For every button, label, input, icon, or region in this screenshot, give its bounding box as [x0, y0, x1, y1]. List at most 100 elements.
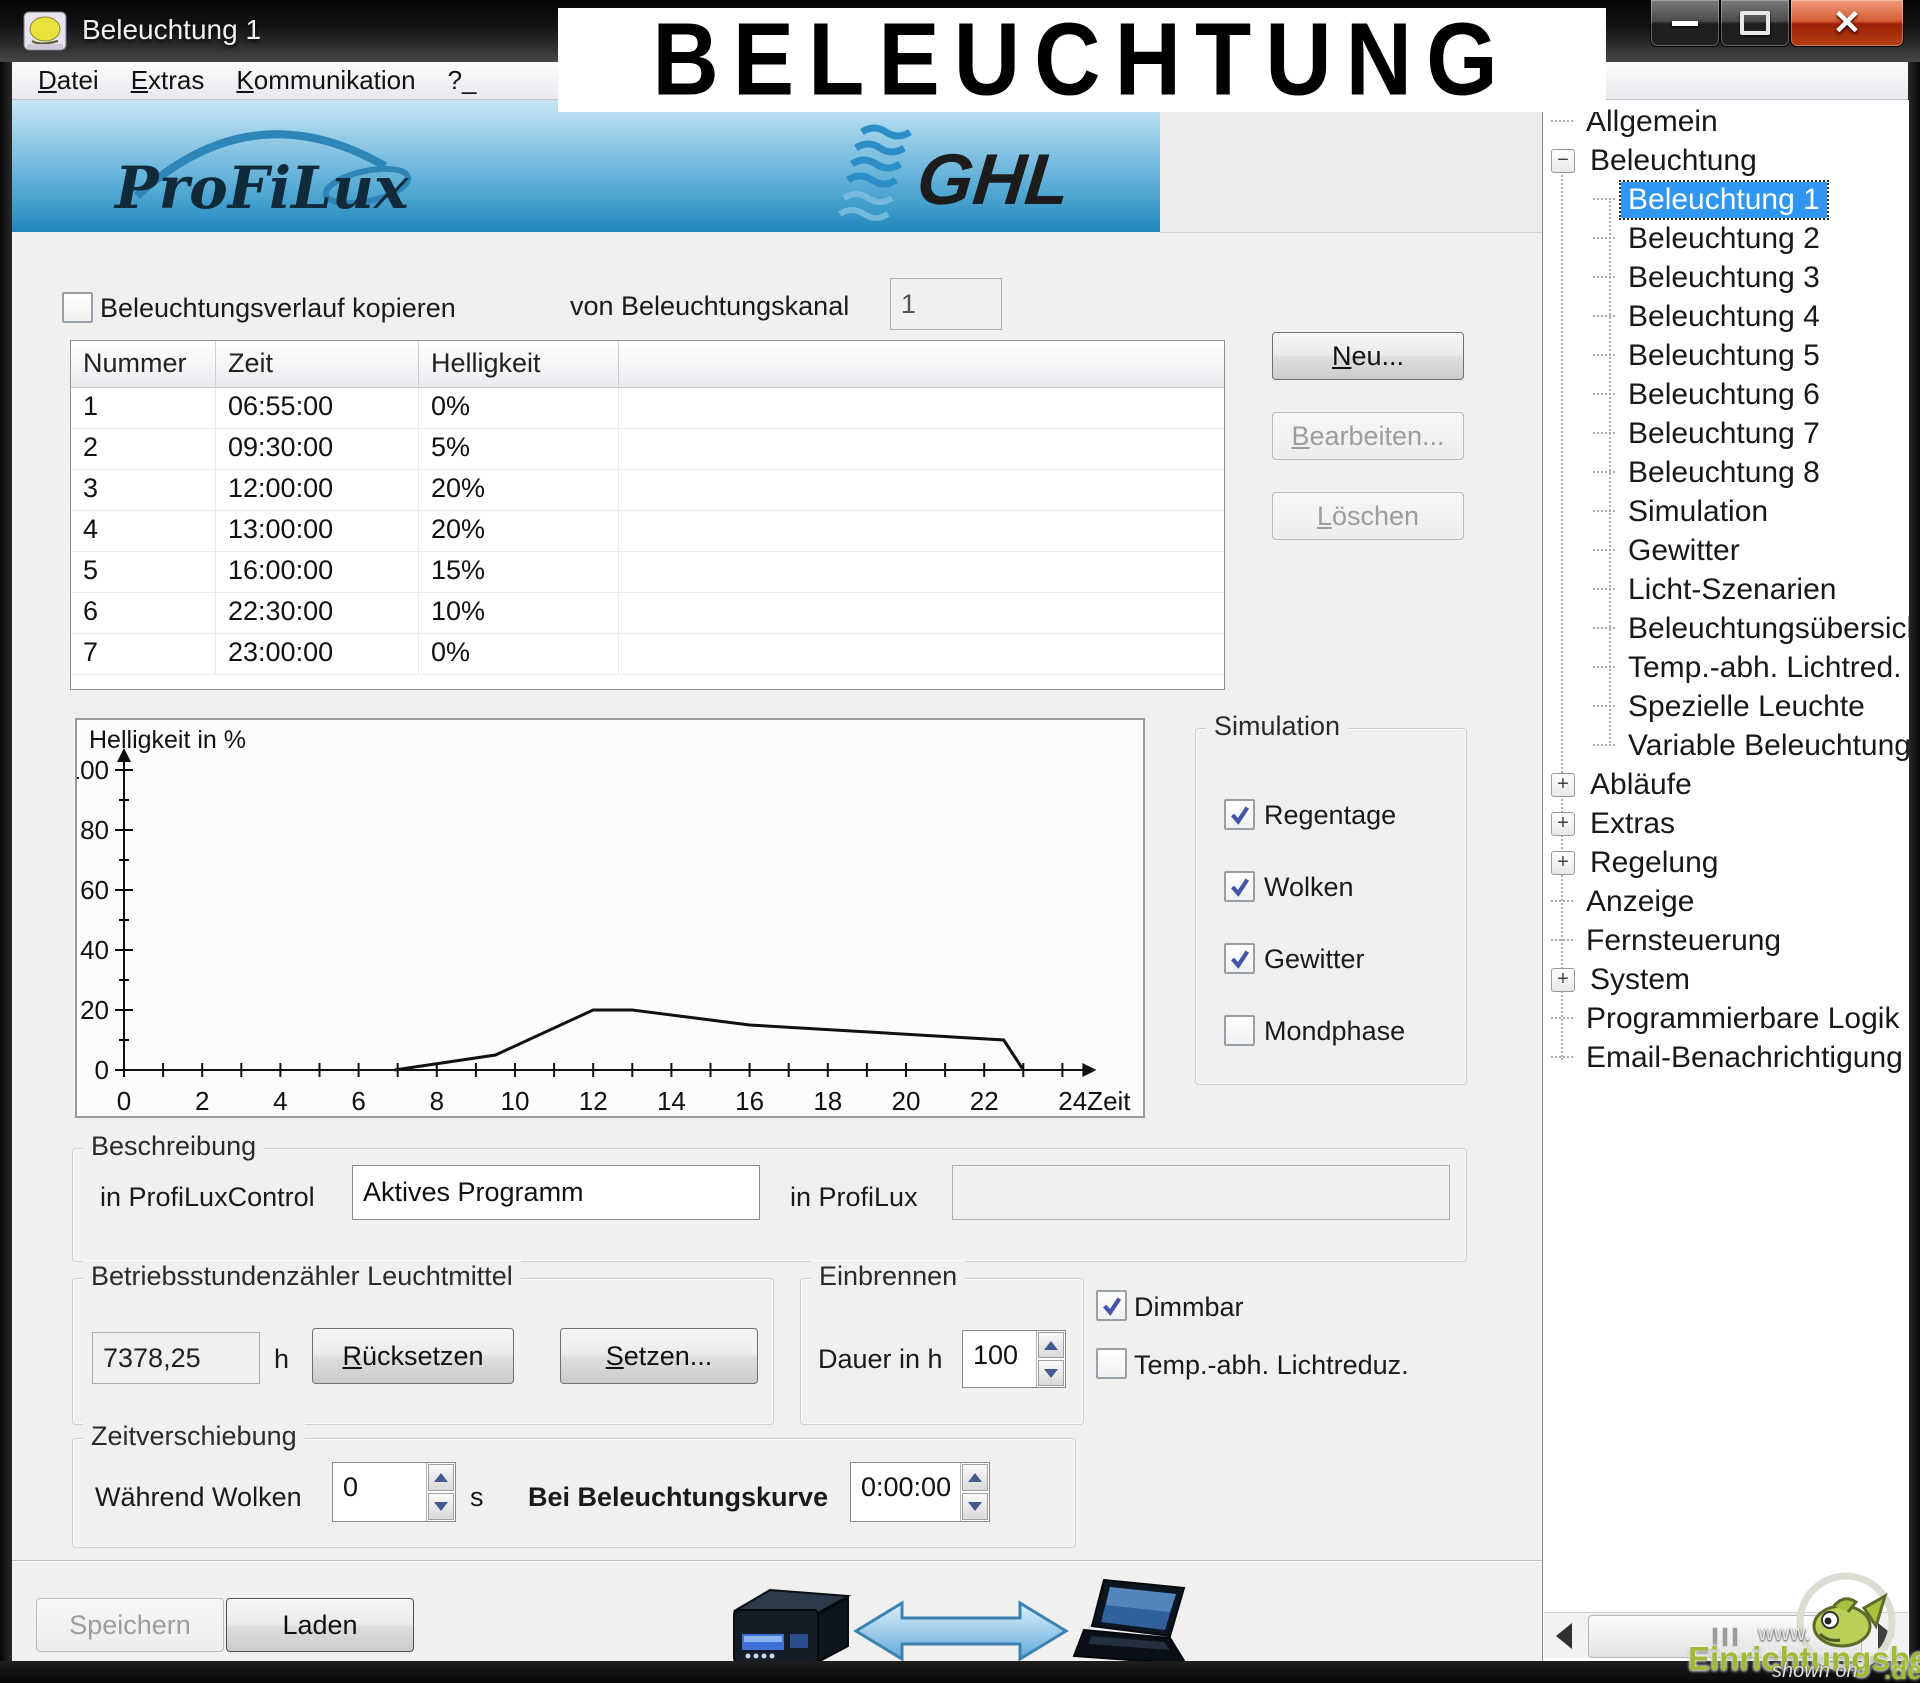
down-arrow-icon	[1044, 1369, 1058, 1378]
scroll-thumb[interactable]	[1588, 1615, 1862, 1658]
tree-item-abl-ufe[interactable]: + Abläufe	[1543, 765, 1909, 804]
gewitter-checkbox[interactable]	[1224, 943, 1255, 974]
tree-item-spezielle-leuchte[interactable]: Spezielle Leuchte	[1543, 687, 1909, 726]
tree-item-beleuchtung-6[interactable]: Beleuchtung 6	[1543, 375, 1909, 414]
tree-item-beleuchtung-2[interactable]: Beleuchtung 2	[1543, 219, 1909, 258]
reset-hours-button[interactable]: Rücksetzen	[312, 1328, 514, 1384]
close-button[interactable]: ✕	[1790, 0, 1904, 47]
collapse-toggle-icon[interactable]: −	[1551, 149, 1575, 173]
curve-shift-value: 0:00:00	[851, 1463, 960, 1521]
new-button[interactable]: Neu...	[1272, 332, 1464, 380]
curve-down-button[interactable]	[962, 1493, 988, 1520]
maximize-button[interactable]	[1720, 0, 1790, 47]
table-cell: 0%	[419, 634, 619, 674]
column-header-nummer[interactable]: Nummer	[71, 341, 216, 387]
tree-item-extras[interactable]: +Extras	[1543, 804, 1909, 843]
tree-item-system[interactable]: + System	[1543, 960, 1909, 999]
profiluxcontrol-name-input[interactable]	[352, 1165, 760, 1220]
profilux-name-input[interactable]	[952, 1165, 1450, 1220]
save-button[interactable]: Speichern	[36, 1598, 224, 1652]
tree-item-email-benachrichtigung[interactable]: Email-Benachrichtigung	[1543, 1038, 1909, 1077]
clouds-down-button[interactable]	[428, 1493, 454, 1520]
duration-up-button[interactable]	[1038, 1332, 1064, 1358]
menu-item-help[interactable]: ?_	[432, 62, 493, 99]
tree-item-beleuchtung-7[interactable]: Beleuchtung 7	[1543, 414, 1909, 453]
temp-reduction-checkbox[interactable]	[1096, 1348, 1127, 1379]
scroll-right-button[interactable]	[1866, 1613, 1906, 1658]
tree-item-temp-abh-lichtred[interactable]: Temp.-abh. Lichtred.	[1543, 648, 1909, 687]
tree-item-anzeige[interactable]: Anzeige	[1543, 882, 1909, 921]
tree-item-beleuchtung-5[interactable]: Beleuchtung 5	[1543, 336, 1909, 375]
tree-scrollbar[interactable]	[1544, 1612, 1908, 1658]
svg-text:22: 22	[970, 1086, 999, 1116]
tree-item-label: Abläufe	[1583, 767, 1699, 803]
svg-text:14: 14	[657, 1086, 686, 1116]
tree-item-beleuchtung-3[interactable]: Beleuchtung 3	[1543, 258, 1909, 297]
tree-item-beleuchtung-1[interactable]: Beleuchtung 1	[1543, 180, 1909, 219]
dimmable-checkbox[interactable]	[1096, 1290, 1127, 1321]
banner-title: BELEUCHTUNG	[652, 1, 1511, 119]
copy-curve-checkbox[interactable]	[62, 292, 93, 323]
tree-item-gewitter[interactable]: Gewitter	[1543, 531, 1909, 570]
regentage-checkbox[interactable]	[1224, 799, 1255, 830]
menu-item-datei[interactable]: Datei	[22, 62, 115, 99]
tree-item-beleuchtung-8[interactable]: Beleuchtung 8	[1543, 453, 1909, 492]
table-row[interactable]: 516:00:0015%	[71, 552, 1224, 593]
table-cell: 09:30:00	[216, 429, 419, 469]
minimize-button[interactable]	[1650, 0, 1720, 47]
svg-text:2: 2	[195, 1086, 209, 1116]
up-arrow-icon	[968, 1473, 982, 1482]
clouds-up-button[interactable]	[428, 1464, 454, 1491]
wolken-checkbox[interactable]	[1224, 871, 1255, 902]
hours-value-input[interactable]	[92, 1332, 260, 1384]
sync-arrow-icon	[850, 1596, 1075, 1661]
menu-item-kommunikation[interactable]: Kommunikation	[220, 62, 431, 99]
tree-item-regelung[interactable]: +Regelung	[1543, 843, 1909, 882]
profilux-label: in ProfiLux	[790, 1182, 918, 1213]
window-border-left	[0, 62, 12, 1683]
clouds-shift-spinner[interactable]: 0	[332, 1462, 456, 1522]
tree-item-beleuchtung[interactable]: −Beleuchtung	[1543, 141, 1909, 180]
tree-item-beleuchtungs-bersicht[interactable]: Beleuchtungsübersicht	[1543, 609, 1909, 648]
window-controls: ✕	[1650, 0, 1904, 46]
duration-spinner[interactable]: 100	[962, 1330, 1066, 1388]
curve-up-button[interactable]	[962, 1464, 988, 1491]
table-row[interactable]: 312:00:0020%	[71, 470, 1224, 511]
expand-toggle-icon[interactable]: +	[1551, 812, 1575, 836]
tree-item-label: System	[1583, 962, 1697, 998]
schedule-table[interactable]: NummerZeitHelligkeit 106:55:000%209:30:0…	[70, 340, 1225, 690]
table-row[interactable]: 209:30:005%	[71, 429, 1224, 470]
tree-item-programmierbare-logik[interactable]: Programmierbare Logik	[1543, 999, 1909, 1038]
delete-button[interactable]: Löschen	[1272, 492, 1464, 540]
menu-item-extras[interactable]: Extras	[115, 62, 221, 99]
table-cell: 7	[71, 634, 216, 674]
transfer-indicator[interactable]	[712, 1578, 1192, 1661]
expand-toggle-icon[interactable]: +	[1551, 968, 1575, 992]
column-header-filler	[619, 341, 1224, 387]
table-row[interactable]: 723:00:000%	[71, 634, 1224, 675]
table-row[interactable]: 413:00:0020%	[71, 511, 1224, 552]
mondphase-checkbox[interactable]	[1224, 1015, 1255, 1046]
tree-item-variable-beleuchtung[interactable]: Variable Beleuchtung	[1543, 726, 1909, 765]
load-button[interactable]: Laden	[226, 1598, 414, 1652]
column-header-zeit[interactable]: Zeit	[216, 341, 419, 387]
column-header-helligkeit[interactable]: Helligkeit	[419, 341, 619, 387]
table-row[interactable]: 622:30:0010%	[71, 593, 1224, 634]
tree-item-simulation[interactable]: Simulation	[1543, 492, 1909, 531]
edit-button[interactable]: Bearbeiten...	[1272, 412, 1464, 460]
tree-item-beleuchtung-4[interactable]: Beleuchtung 4	[1543, 297, 1909, 336]
expand-toggle-icon[interactable]: +	[1551, 851, 1575, 875]
tree-item-licht-szenarien[interactable]: Licht-Szenarien	[1543, 570, 1909, 609]
scroll-left-button[interactable]	[1544, 1613, 1584, 1658]
tree-item-fernsteuerung[interactable]: Fernsteuerung	[1543, 921, 1909, 960]
expand-toggle-icon[interactable]: +	[1551, 773, 1575, 797]
svg-text:8: 8	[430, 1086, 444, 1116]
main-panel: ProFiLux GHL	[12, 100, 1542, 1661]
curve-shift-spinner[interactable]: 0:00:00	[850, 1462, 990, 1522]
set-hours-button[interactable]: Setzen...	[560, 1328, 758, 1384]
svg-text:60: 60	[80, 875, 109, 905]
table-row[interactable]: 106:55:000%	[71, 388, 1224, 429]
duration-down-button[interactable]	[1038, 1360, 1064, 1386]
close-icon: ✕	[1833, 6, 1862, 40]
channel-input[interactable]	[890, 278, 1002, 330]
